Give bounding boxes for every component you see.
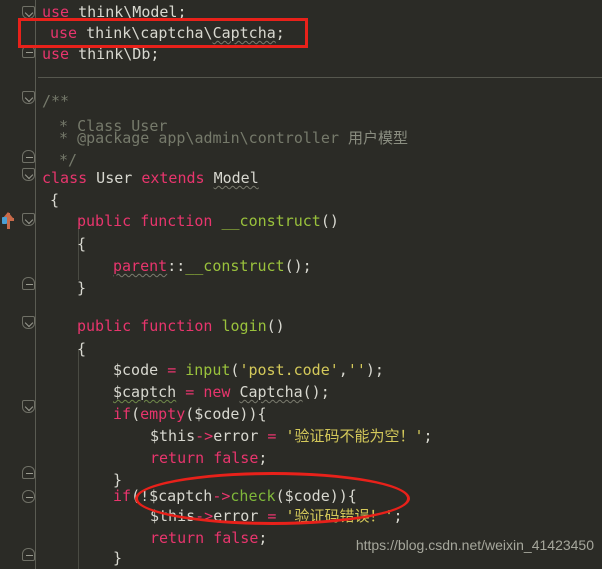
code-comment-line[interactable]: /** bbox=[42, 89, 69, 114]
code-line[interactable]: } bbox=[113, 546, 122, 569]
code-line[interactable]: { bbox=[77, 232, 86, 257]
code-line[interactable]: public function login() bbox=[77, 314, 285, 339]
fold-marker-spacer bbox=[22, 0, 35, 13]
fold-marker-docblock-end[interactable] bbox=[22, 150, 35, 163]
fold-marker-construct[interactable] bbox=[22, 213, 35, 226]
code-line[interactable]: return false; bbox=[150, 526, 267, 551]
fold-marker-login[interactable] bbox=[22, 316, 35, 329]
gutter-guide-line bbox=[35, 0, 36, 569]
code-editor-screenshot: use think\Model; use think\captcha\Captc… bbox=[0, 0, 602, 569]
indent-guide bbox=[78, 350, 79, 569]
code-line[interactable]: { bbox=[77, 337, 86, 362]
fold-marker-if-check-end[interactable] bbox=[22, 548, 35, 561]
code-line[interactable]: return false; bbox=[150, 446, 267, 471]
code-comment-line[interactable]: * @package app\admin\controller 用户模型 bbox=[50, 126, 408, 151]
fold-marker-class[interactable] bbox=[22, 168, 35, 181]
watermark-url: https://blog.csdn.net/weixin_41423450 bbox=[355, 537, 594, 553]
fold-marker-if-empty-end[interactable] bbox=[22, 466, 35, 479]
code-line[interactable]: public function __construct() bbox=[77, 209, 339, 234]
fold-marker-use-block-end[interactable] bbox=[22, 45, 35, 58]
code-content[interactable]: use think\Model; use think\captcha\Captc… bbox=[38, 0, 602, 569]
fold-marker-docblock[interactable] bbox=[22, 91, 35, 104]
code-line[interactable]: class User extends Model bbox=[42, 166, 259, 191]
code-line[interactable]: use think\Db; bbox=[42, 42, 159, 67]
fold-marker-if-empty[interactable] bbox=[22, 400, 35, 413]
fold-marker-if-check[interactable] bbox=[22, 490, 35, 503]
code-line[interactable]: { bbox=[50, 188, 59, 213]
code-line[interactable]: parent::__construct(); bbox=[113, 254, 312, 279]
override-method-icon[interactable] bbox=[2, 211, 16, 229]
fold-marker-construct-end[interactable] bbox=[22, 277, 35, 290]
code-line[interactable]: } bbox=[77, 276, 86, 301]
editor-gutter[interactable] bbox=[0, 0, 38, 569]
